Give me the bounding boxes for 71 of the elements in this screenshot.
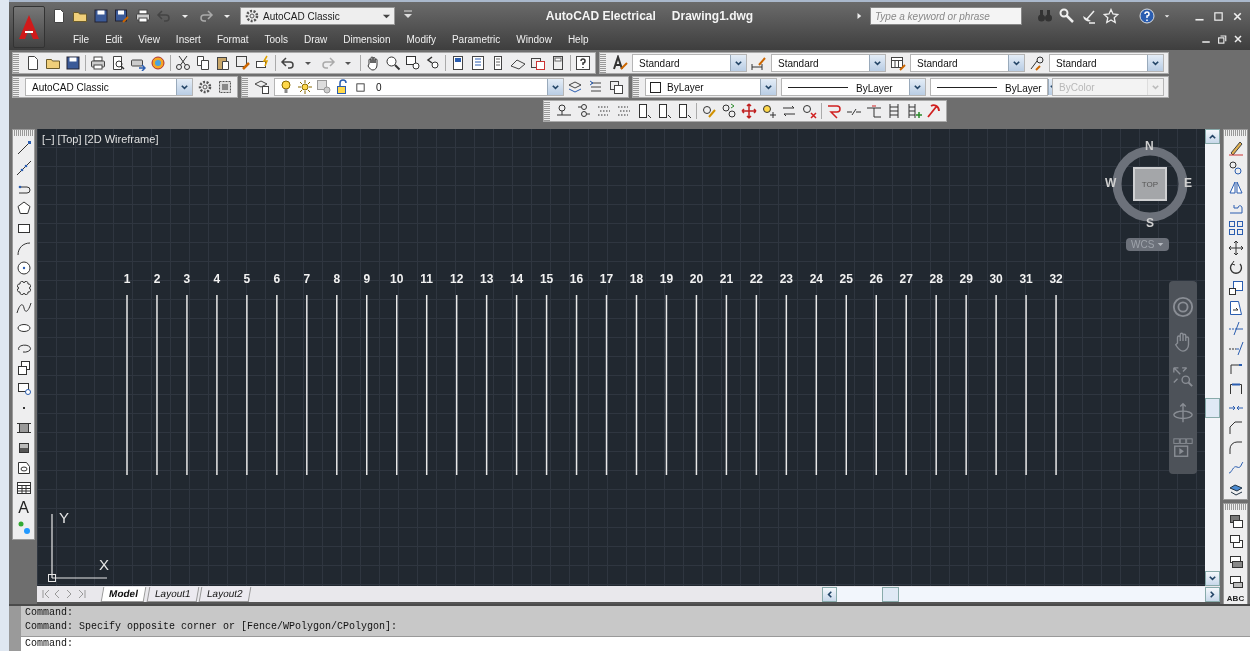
wire-number: 21 bbox=[719, 272, 734, 286]
dropdown[interactable]: Standard bbox=[910, 54, 1025, 72]
menu-item[interactable]: File bbox=[65, 33, 98, 45]
wire-number: 26 bbox=[869, 272, 883, 286]
viewport-label[interactable]: [−] [Top] [2D Wireframe] bbox=[42, 133, 159, 145]
wire-number: 18 bbox=[629, 272, 644, 286]
wire-number: 23 bbox=[779, 272, 793, 286]
wire-number: 11 bbox=[420, 272, 434, 286]
wire-number: 30 bbox=[989, 272, 1003, 286]
search-field[interactable]: Type a keyword or phrase bbox=[870, 7, 1022, 25]
command-input[interactable]: Command: bbox=[21, 636, 1250, 651]
dropdown[interactable]: ByLayer bbox=[781, 78, 926, 96]
wire-number: 25 bbox=[839, 272, 853, 286]
wire-number: 12 bbox=[450, 272, 464, 286]
text-tool[interactable]: A bbox=[18, 500, 29, 516]
wire-number: 10 bbox=[390, 272, 404, 286]
layout-tab[interactable]: Model bbox=[100, 586, 147, 602]
compass-north[interactable]: N bbox=[1145, 139, 1154, 153]
wire-number: 28 bbox=[929, 272, 943, 286]
workspace-dropdown[interactable]: AutoCAD Classic bbox=[240, 7, 395, 25]
wire-number: 1 bbox=[123, 272, 131, 286]
layer-dropdown[interactable]: 0 bbox=[274, 78, 564, 96]
wire-number: 9 bbox=[363, 272, 371, 286]
wire-number: 32 bbox=[1049, 272, 1063, 286]
menu-item[interactable]: Dimension bbox=[335, 33, 399, 45]
wire-number: 19 bbox=[659, 272, 674, 286]
wire-number: 6 bbox=[273, 272, 281, 286]
command-history-line: Command: Specify opposite corner or [Fence/WPolygon/CPolygon]: bbox=[24, 620, 399, 634]
compass-south[interactable]: S bbox=[1146, 216, 1154, 230]
menu-item[interactable]: Tools bbox=[256, 33, 296, 45]
wire-number: 16 bbox=[569, 272, 584, 286]
wire-number: 24 bbox=[809, 272, 823, 286]
wire-number: 22 bbox=[749, 272, 764, 286]
menu-item[interactable]: Help bbox=[559, 33, 597, 45]
menu-item[interactable]: Draw bbox=[295, 33, 336, 45]
wire-number: 17 bbox=[599, 272, 614, 286]
text-tool[interactable]: ABC bbox=[1226, 594, 1245, 604]
wire-number: 13 bbox=[479, 272, 494, 286]
menu-item[interactable]: Parametric bbox=[443, 33, 509, 45]
dropdown[interactable]: AutoCAD Classic bbox=[25, 78, 193, 96]
wire-number: 20 bbox=[689, 272, 704, 286]
wire-number: 27 bbox=[899, 272, 913, 286]
dropdown[interactable]: ByLayer bbox=[645, 78, 777, 96]
menu-item[interactable]: Edit bbox=[97, 33, 131, 45]
layout-tab[interactable]: Layout2 bbox=[199, 586, 252, 602]
menu-item[interactable]: View bbox=[130, 33, 168, 45]
app-title: AutoCAD Electrical bbox=[545, 9, 656, 23]
command-history-line: Command: bbox=[24, 606, 74, 620]
file-name: Drawing1.dwg bbox=[671, 9, 754, 23]
compass-east[interactable]: E bbox=[1184, 176, 1192, 190]
wire-number: 4 bbox=[213, 272, 221, 286]
menu-item[interactable]: Format bbox=[208, 33, 257, 45]
wire-number: 8 bbox=[333, 272, 341, 286]
compass-west[interactable]: W bbox=[1105, 176, 1117, 190]
menu-item[interactable]: Window bbox=[508, 33, 560, 45]
wire-number: 3 bbox=[183, 272, 191, 286]
wire-number: 31 bbox=[1019, 272, 1033, 286]
wire-number: 14 bbox=[509, 272, 524, 286]
wire-number: 2 bbox=[153, 272, 161, 286]
y-axis-label: Y bbox=[59, 509, 69, 526]
dropdown[interactable]: Standard bbox=[771, 54, 886, 72]
menu-item[interactable]: Modify bbox=[398, 33, 444, 45]
wire-number: 15 bbox=[539, 272, 554, 286]
wire-number: 5 bbox=[243, 272, 251, 286]
wire-number: 29 bbox=[959, 272, 973, 286]
layout-tab[interactable]: Layout1 bbox=[146, 586, 199, 602]
dropdown[interactable]: Standard bbox=[632, 54, 747, 72]
menu-item[interactable]: Insert bbox=[167, 33, 209, 45]
dropdown[interactable]: Standard bbox=[1049, 54, 1164, 72]
wire-number: 7 bbox=[303, 272, 311, 286]
x-axis-label: X bbox=[99, 556, 109, 573]
